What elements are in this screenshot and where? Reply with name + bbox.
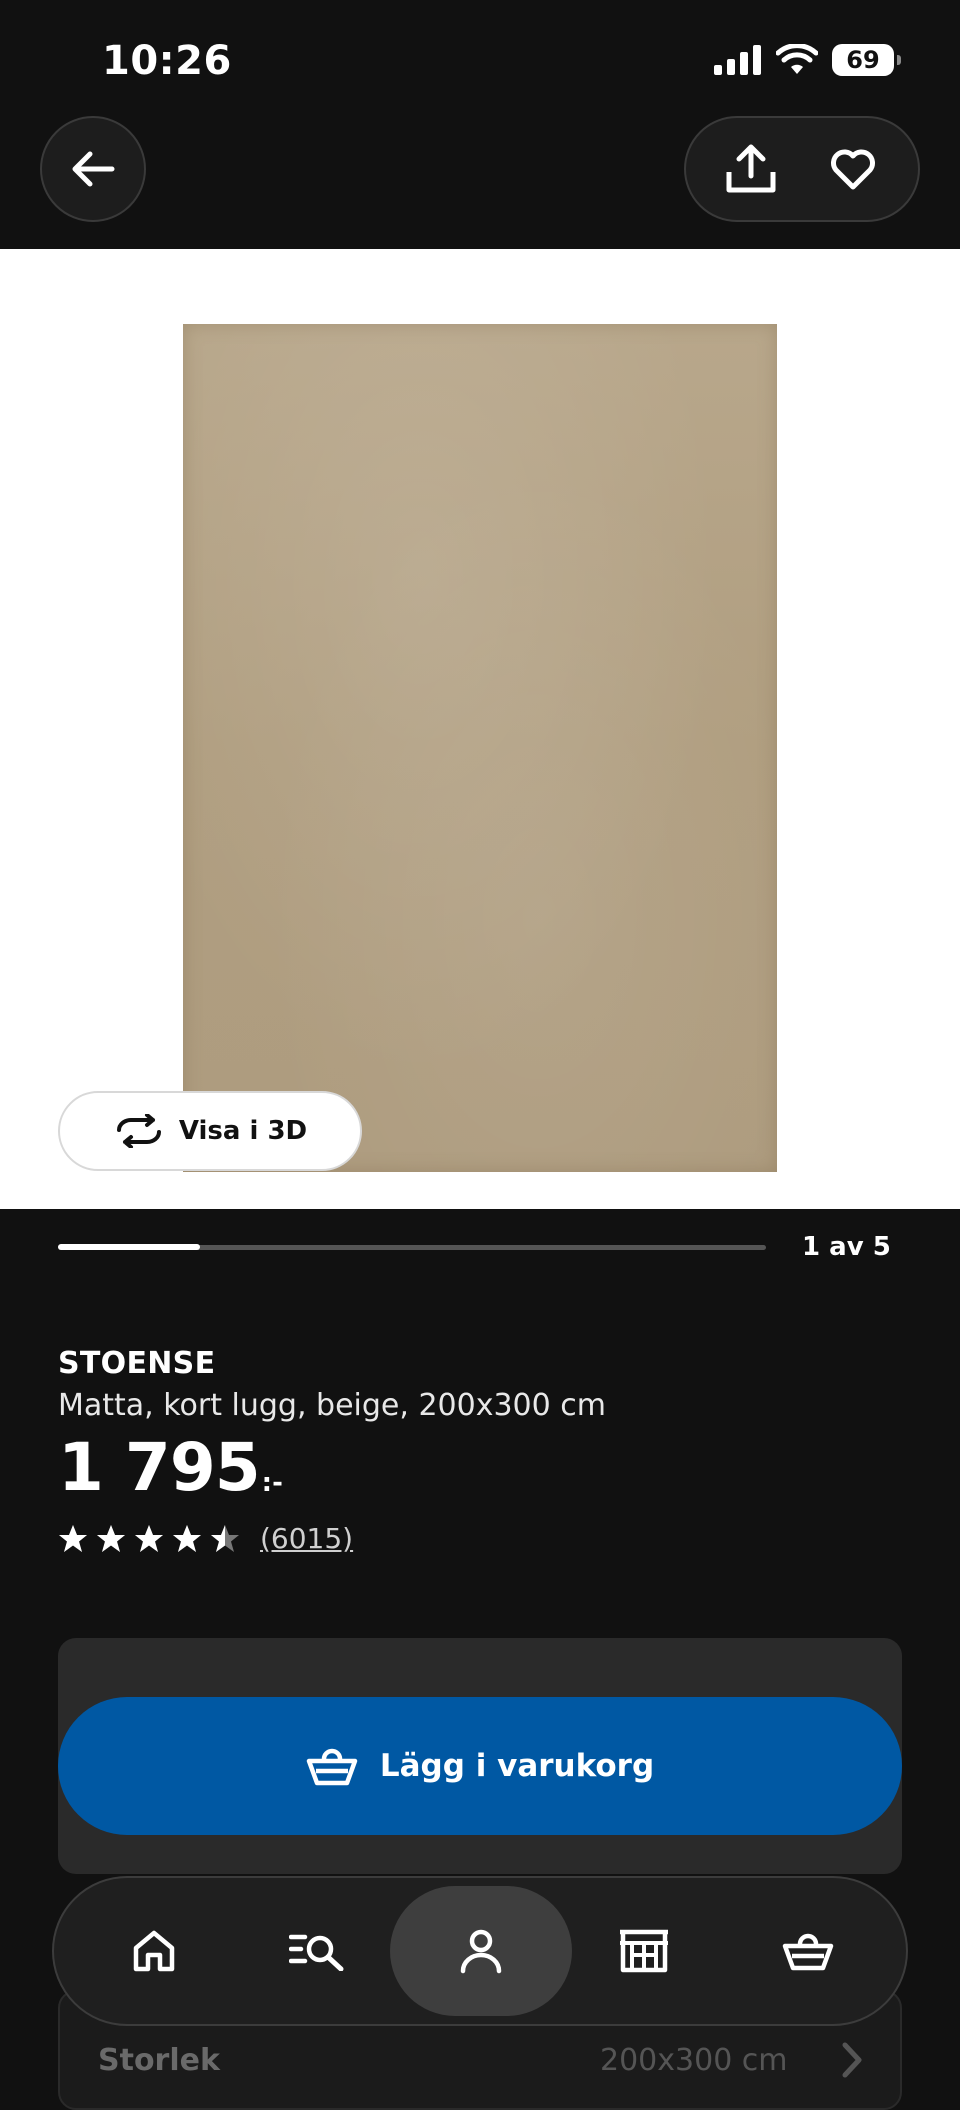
- size-label: Storlek: [98, 2043, 220, 2078]
- gallery-page-indicator: 1 av 5: [802, 1232, 891, 1262]
- star-icon: [135, 1524, 163, 1552]
- share-icon: [726, 144, 776, 193]
- product-image: [183, 324, 777, 1172]
- star-icon: [59, 1524, 87, 1552]
- battery-level: 69: [846, 46, 880, 74]
- wifi-icon: [776, 44, 818, 74]
- star-icon: [173, 1524, 201, 1552]
- profile-icon: [460, 1929, 502, 1974]
- bottom-navigation: [52, 1876, 908, 2026]
- battery-icon: 69: [832, 44, 901, 76]
- nav-cart[interactable]: [748, 1878, 868, 2024]
- rotate-3d-icon: [116, 1114, 161, 1148]
- home-icon: [133, 1930, 175, 1972]
- price-suffix: :-: [261, 1468, 283, 1498]
- nav-search[interactable]: [258, 1878, 378, 2024]
- size-value: 200x300 cm: [600, 2043, 788, 2078]
- rating-stars: [58, 1524, 240, 1554]
- star-icon: [97, 1524, 125, 1552]
- add-to-cart-button[interactable]: Lägg i varukorg: [58, 1697, 902, 1835]
- back-arrow-icon: [72, 151, 115, 187]
- nav-profile[interactable]: [421, 1878, 541, 2024]
- product-rating[interactable]: (6015): [58, 1522, 353, 1555]
- nav-stores[interactable]: [584, 1878, 704, 2024]
- heart-icon: [831, 149, 875, 190]
- header-actions: [684, 116, 920, 222]
- status-icons: 69: [714, 44, 901, 76]
- share-button[interactable]: [716, 134, 786, 204]
- review-count-link[interactable]: (6015): [260, 1522, 353, 1555]
- chevron-right-icon: [842, 2042, 862, 2078]
- view-3d-label: Visa i 3D: [178, 1116, 308, 1146]
- price-amount: 1 795: [58, 1429, 261, 1506]
- gallery-progress-fill: [58, 1244, 200, 1250]
- product-description: Matta, kort lugg, beige, 200x300 cm: [58, 1388, 606, 1423]
- status-time: 10:26: [102, 38, 232, 84]
- store-icon: [620, 1929, 668, 1973]
- cart-basket-icon: [306, 1748, 358, 1786]
- product-name: STOENSE: [58, 1346, 216, 1381]
- favorite-button[interactable]: [818, 134, 888, 204]
- star-icon: [211, 1524, 239, 1552]
- cart-basket-icon: [782, 1933, 834, 1971]
- add-to-cart-label: Lägg i varukorg: [379, 1748, 655, 1784]
- signal-icon: [714, 45, 761, 75]
- product-price: 1 795 :-: [58, 1430, 283, 1506]
- nav-home[interactable]: [94, 1878, 214, 2024]
- view-3d-button[interactable]: Visa i 3D: [58, 1091, 362, 1171]
- product-image-gallery[interactable]: Visa i 3D: [0, 249, 960, 1209]
- back-button[interactable]: [40, 116, 146, 222]
- search-list-icon: [289, 1934, 344, 1971]
